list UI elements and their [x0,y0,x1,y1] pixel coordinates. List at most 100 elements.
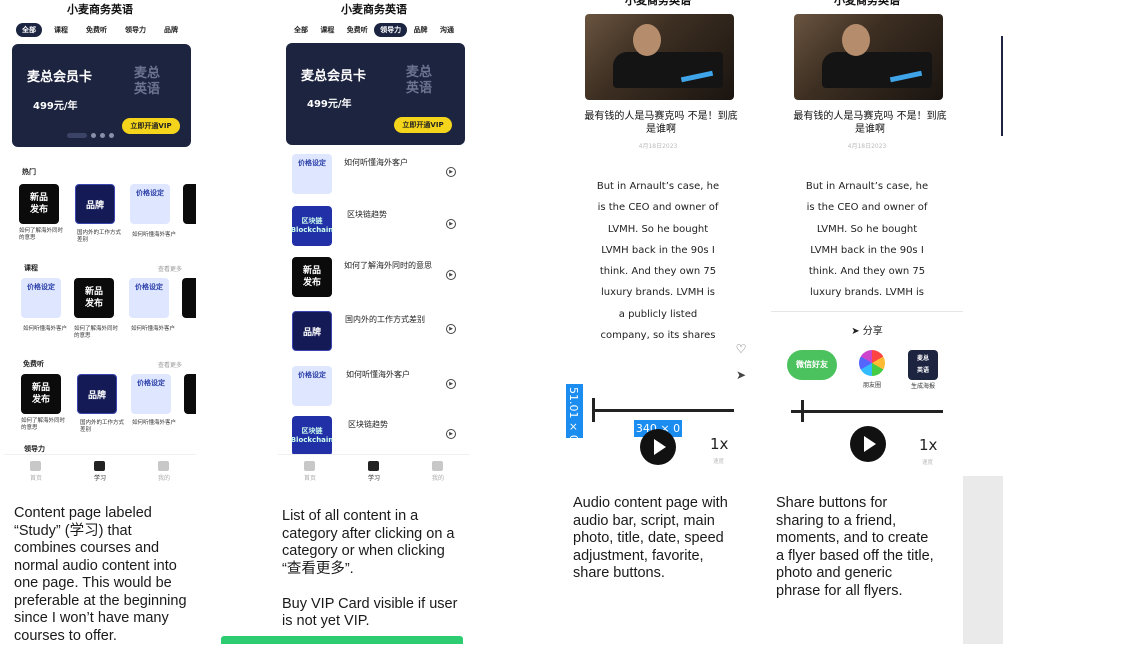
tab-brand[interactable]: 品牌 [158,23,184,37]
tab-course[interactable]: 课程 [48,23,74,37]
list-item[interactable]: 品牌 国内外的工作方式差别 ▶ [292,311,460,351]
list-item[interactable]: 新品 发布 如何了解海外同时的意思 ▶ [292,257,460,297]
photo-body [822,52,932,88]
open-vip-button[interactable]: 立即开通VIP [394,117,452,133]
tile-new-product[interactable]: 新品 发布 [74,278,114,318]
tile-blockchain: 区块链 Blockchain [291,416,333,456]
open-vip-button[interactable]: 立即开通VIP [122,118,180,134]
carousel-dot[interactable] [67,133,87,138]
tile-caption: 如何了解海外同时的意思 [19,228,64,241]
list-item-title: 国内外的工作方式差别 [345,315,425,324]
vip-title: 麦总会员卡 [301,69,367,84]
main-photo [794,14,943,100]
tile-new-product[interactable]: 新品 发布 [21,374,61,414]
play-button[interactable] [640,429,676,465]
tile-new-product[interactable] [184,374,196,414]
vip-title: 麦总会员卡 [27,70,93,85]
tab-all[interactable]: 全部 [16,23,42,37]
nav-study-label: 学习 [367,475,380,482]
speed-button[interactable]: 1x [710,435,728,453]
share-icon: ➤ [851,326,863,337]
play-icon[interactable]: ▶ [446,429,456,439]
play-icon[interactable]: ▶ [446,167,456,177]
tab-course[interactable]: 课程 [314,23,340,37]
article-date: 4月18日2023 [847,143,887,150]
speed-button[interactable]: 1x [919,436,937,454]
home-icon [304,461,316,471]
list-item[interactable]: 区块链 Blockchain 区块链趋势 ▶ [291,416,460,456]
section-free-title: 免费听 [23,360,44,368]
tile-pricing[interactable]: 价格设定 [21,278,61,318]
vip-price: 499元/年 [33,101,78,112]
nav-mine[interactable]: 我的 [432,461,444,482]
section-leadership-title: 领导力 [24,445,45,453]
audio-progress-bar[interactable] [592,409,734,412]
list-item[interactable]: 价格设定 如何听懂海外客户 ▶ [292,366,460,406]
tile-pricing[interactable]: 价格设定 [130,184,170,224]
tile-brand[interactable]: 品牌 [75,184,115,224]
caption-study: Content page labeled “Study” (学习) that c… [14,505,187,644]
carousel-dot[interactable] [109,133,114,138]
tab-free[interactable]: 免费听 [341,23,374,37]
progress-handle[interactable] [801,400,804,422]
carousel-dot[interactable] [100,133,105,138]
tile-pricing[interactable]: 价格设定 [129,278,169,318]
tile-caption: 国内外的工作方式差别 [80,420,125,433]
nav-study[interactable]: 学习 [368,461,380,482]
vip-card[interactable]: 麦总会员卡 499元/年 麦总 英语 立即开通VIP [286,43,465,145]
nav-home[interactable]: 首页 [304,461,316,482]
tile-caption: 如何听懂海外客户 [23,326,68,332]
share-sheet: ➤ 分享 微信好友 朋友圈 麦总 英语 生成海报 1x 速度 [771,311,963,476]
tile-brand[interactable]: 品牌 [77,374,117,414]
play-icon[interactable]: ▶ [446,324,456,334]
tile-caption: 如何听懂海外客户 [131,326,176,332]
flyer-icon[interactable]: 麦总 英语 [908,350,938,380]
dimension-text: 51.01 × 0 [567,387,580,442]
study-screen: 小麦商务英语 全部 课程 免费听 领导力 品牌 麦总会员卡 499元/年 麦总 … [4,0,196,488]
tile-pricing[interactable]: 价格设定 [131,374,171,414]
tile-pricing: 价格设定 [292,366,332,406]
play-icon[interactable]: ▶ [446,270,456,280]
play-icon[interactable]: ▶ [446,219,456,229]
tab-leadership[interactable]: 领导力 [119,23,152,37]
tile-new-product[interactable] [182,278,196,318]
tab-brand[interactable]: 品牌 [408,23,434,37]
bottom-nav: 首页 学习 我的 [278,454,470,488]
list-item-title: 如何听懂海外客户 [346,370,410,379]
play-button[interactable] [850,426,886,462]
progress-handle[interactable] [592,398,595,422]
tab-free[interactable]: 免费听 [80,23,113,37]
heart-icon[interactable]: ♡ [734,342,748,356]
canvas-background [963,476,1003,644]
tile-new-product[interactable]: 新品 发布 [19,184,59,224]
nav-study[interactable]: 学习 [94,461,106,482]
list-item[interactable]: 价格设定 如何听懂海外客户 ▶ [292,154,460,194]
share-wechat-friend-button[interactable]: 微信好友 [787,350,837,380]
see-more-link[interactable]: 查看更多 [158,264,182,273]
vip-card[interactable]: 麦总会员卡 499元/年 麦总 英语 立即开通VIP [12,44,191,147]
carousel-dot[interactable] [91,133,96,138]
tile-caption: 如何听懂海外客户 [132,420,177,426]
partial-screen [993,0,1003,476]
carousel-dots[interactable] [67,133,114,138]
play-icon[interactable]: ▶ [446,379,456,389]
share-icon[interactable]: ➤ [734,368,748,382]
category-tabs: 全部 课程 免费听 领导力 品牌 沟通 [278,22,470,38]
tab-leadership[interactable]: 领导力 [374,23,408,37]
nav-mine[interactable]: 我的 [158,461,170,482]
see-more-link[interactable]: 查看更多 [158,360,182,369]
tab-communication[interactable]: 沟通 [434,23,460,37]
caption-list: List of all content in a category after … [282,508,458,629]
photo-head [633,24,661,56]
tile-blockchain: 区块链 Blockchain [291,206,333,246]
moments-label: 朋友圈 [862,382,881,389]
tile-new-product[interactable] [183,184,196,224]
nav-home[interactable]: 首页 [30,461,42,482]
moments-icon[interactable] [859,350,885,376]
audio-progress-bar[interactable] [791,410,943,413]
section-hot-title: 热门 [22,168,36,176]
vip-logo-line2: 英语 [406,81,433,96]
list-item[interactable]: 区块链 Blockchain 区块链趋势 ▶ [291,206,460,246]
app-title: 小麦商务英语 [625,0,691,7]
tab-all[interactable]: 全部 [288,23,314,37]
